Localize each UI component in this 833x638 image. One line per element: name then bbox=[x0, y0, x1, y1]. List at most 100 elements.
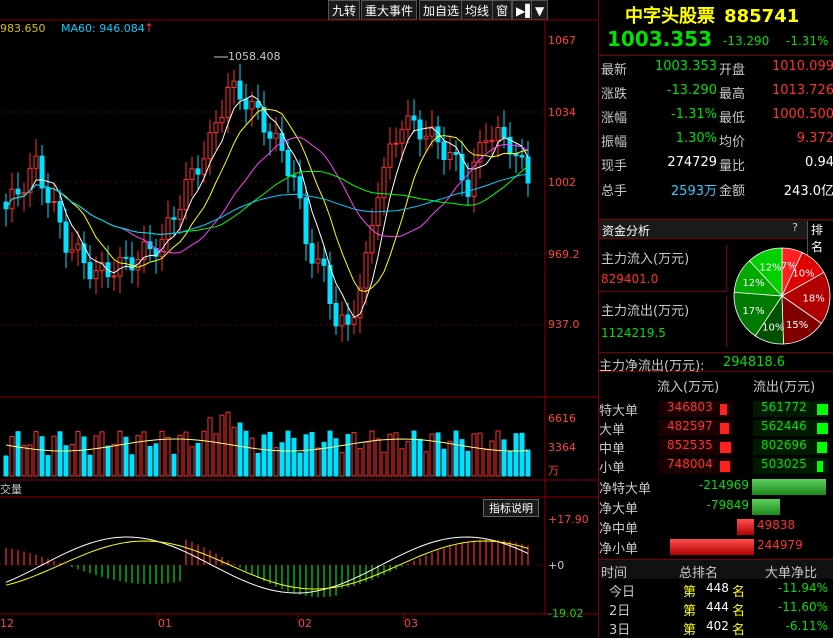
stock-code: 885741 bbox=[724, 6, 800, 27]
volume-bar bbox=[231, 426, 237, 477]
candle-body bbox=[189, 168, 195, 181]
net-flow-label: 净特大单 bbox=[599, 482, 652, 497]
candle-body bbox=[177, 209, 183, 220]
candle-body bbox=[453, 152, 459, 155]
candle-body bbox=[447, 152, 453, 160]
candle-body bbox=[171, 217, 177, 220]
price-change-pct: -1.31% bbox=[786, 34, 829, 48]
volume-bar bbox=[21, 444, 27, 477]
rank-row[interactable]: 今日 第 448 名 -11.94% bbox=[599, 581, 833, 600]
net-flow-value: -79849 bbox=[706, 498, 749, 512]
flow-in-bar bbox=[720, 404, 727, 415]
candle-body bbox=[345, 314, 351, 325]
candle-body bbox=[333, 303, 339, 327]
candle-body bbox=[195, 168, 201, 175]
quote-value: 0.94 bbox=[805, 155, 833, 170]
volume-bar bbox=[471, 433, 477, 477]
rank-ratio: -6.11% bbox=[785, 619, 828, 633]
candle-body bbox=[21, 192, 27, 195]
quote-value: 1000.500 bbox=[771, 107, 833, 122]
volume-bar bbox=[63, 445, 69, 477]
volume-label: 交量 bbox=[0, 483, 22, 496]
quote-panel: 中字头股票 885741 1003.353 -13.290 -1.31% 最新 1… bbox=[598, 0, 833, 638]
candle-body bbox=[63, 221, 69, 253]
quote-label: 总手 bbox=[601, 184, 628, 199]
volume-bar bbox=[387, 433, 393, 477]
volume-bar bbox=[243, 430, 249, 477]
volume-bar bbox=[213, 433, 219, 477]
current-price: 1003.353 bbox=[607, 27, 713, 51]
rank-header: 时间 总排名 大单净比 bbox=[599, 559, 833, 581]
volume-bar bbox=[87, 454, 93, 477]
candle-body bbox=[399, 129, 405, 144]
quote-row: 总手 2593万 金额 243.0亿 bbox=[599, 180, 833, 203]
candle-body bbox=[201, 158, 207, 175]
volume-bar bbox=[405, 441, 411, 477]
flow-out-bar bbox=[817, 442, 828, 453]
net-flow-label: 净小单 bbox=[599, 542, 639, 557]
candle-body bbox=[285, 149, 291, 177]
moving-average-line bbox=[5, 173, 529, 235]
candle-body bbox=[93, 270, 99, 280]
volume-bar bbox=[399, 448, 405, 477]
net-outflow-label: 主力净流出(万元): bbox=[599, 359, 705, 374]
flow-in-bar bbox=[720, 461, 730, 472]
volume-bar bbox=[81, 436, 87, 477]
main-inflow-label: 主力流入(万元) bbox=[601, 252, 690, 267]
indicator-info-button[interactable]: 指标说明 bbox=[483, 499, 539, 517]
rank-suffix: 名 bbox=[732, 585, 746, 600]
volume-bar bbox=[165, 437, 171, 477]
price-change: -13.290 bbox=[723, 34, 770, 48]
candle-body bbox=[243, 98, 249, 110]
volume-axis-unit: 万 bbox=[548, 464, 559, 477]
volume-bar bbox=[57, 431, 63, 477]
candle-body bbox=[309, 243, 315, 264]
volume-bar bbox=[117, 430, 123, 477]
volume-bar bbox=[453, 430, 459, 477]
rank-time: 今日 bbox=[609, 585, 636, 600]
quote-value: -13.290 bbox=[666, 83, 717, 98]
candle-body bbox=[441, 141, 447, 160]
net-flow-row: 净特大单 -214969 bbox=[599, 477, 833, 497]
candle-body bbox=[501, 126, 507, 138]
volume-bar bbox=[345, 434, 351, 477]
volume-bar bbox=[513, 433, 519, 477]
candle-body bbox=[165, 217, 171, 240]
kline-chart[interactable] bbox=[0, 0, 598, 638]
volume-bar bbox=[195, 442, 201, 477]
flow-out-value: 503025 bbox=[761, 457, 807, 471]
quote-label: 金额 bbox=[719, 184, 746, 199]
volume-bar bbox=[237, 422, 243, 477]
candle-body bbox=[273, 132, 279, 139]
rank-row[interactable]: 2日 第 444 名 -11.60% bbox=[599, 600, 833, 619]
rank-prefix: 第 bbox=[683, 623, 697, 638]
candle-body bbox=[393, 142, 399, 145]
net-flow-bar bbox=[737, 519, 754, 535]
flow-out-bar bbox=[817, 423, 828, 434]
volume-bar bbox=[315, 447, 321, 477]
candle-body bbox=[39, 155, 45, 189]
flow-in-bar bbox=[720, 423, 730, 434]
volume-bar bbox=[9, 435, 15, 477]
volume-bar bbox=[501, 439, 507, 477]
volume-bar bbox=[15, 431, 21, 477]
net-outflow-value: 294818.6 bbox=[723, 355, 786, 370]
chart-area[interactable]: 九转 重大事件 加自选 均线 窗 ▶▌ ▼ 983.650 MA60: 946.… bbox=[0, 0, 598, 638]
candle-body bbox=[513, 153, 519, 157]
volume-bar bbox=[27, 444, 33, 477]
rank-number: 444 bbox=[706, 600, 729, 614]
tab-capital-analysis[interactable]: 资金分析 bbox=[602, 222, 650, 239]
quote-value: -1.31% bbox=[671, 107, 717, 122]
help-icon[interactable]: ? bbox=[788, 221, 802, 237]
flow-label: 大单 bbox=[599, 423, 626, 438]
rank-time: 2日 bbox=[609, 604, 631, 619]
flow-row: 中单 852535 802696 bbox=[599, 438, 833, 457]
volume-bar bbox=[75, 430, 81, 477]
candle-body bbox=[57, 201, 63, 223]
pie-label: 10% bbox=[762, 322, 784, 333]
quote-row: 现手 274729 量比 0.94 bbox=[599, 155, 833, 178]
volume-bar bbox=[249, 437, 255, 477]
rank-row[interactable]: 3日 第 402 名 -6.11% bbox=[599, 619, 833, 638]
flow-label: 特大单 bbox=[599, 404, 639, 419]
moving-average-line bbox=[5, 95, 529, 318]
